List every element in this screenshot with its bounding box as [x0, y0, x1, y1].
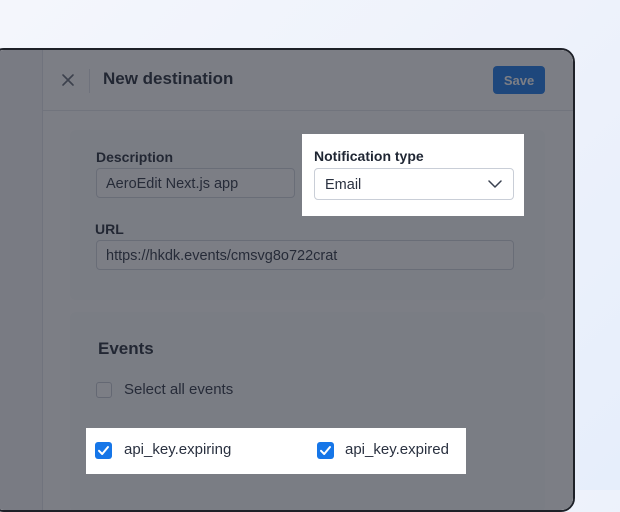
modal-title: New destination: [103, 69, 234, 88]
chevron-down-icon: [488, 180, 502, 188]
check-icon: [98, 446, 109, 455]
select-all-label: Select all events: [124, 381, 234, 398]
save-button[interactable]: Save: [493, 66, 545, 94]
notification-type-select[interactable]: Email: [314, 168, 514, 200]
api-key-expired-label: api_key.expired: [345, 441, 449, 458]
modal-header: New destination Save: [43, 50, 573, 111]
notification-type-value: Email: [325, 177, 362, 193]
header-divider: [89, 69, 90, 93]
selected-events-row: api_key.expiring api_key.expired: [86, 428, 466, 474]
url-label: URL: [95, 221, 124, 237]
notification-type-field: Notification type Email: [302, 134, 524, 216]
api-key-expiring-checkbox[interactable]: [95, 442, 112, 459]
url-input[interactable]: https://hkdk.events/cmsvg8o722crat: [96, 240, 514, 270]
check-icon: [320, 446, 331, 455]
description-input[interactable]: AeroEdit Next.js app: [96, 168, 295, 198]
api-key-expiring-label: api_key.expiring: [124, 441, 232, 458]
notification-type-label: Notification type: [314, 148, 424, 164]
select-all-checkbox[interactable]: [96, 382, 112, 398]
api-key-expired-checkbox[interactable]: [317, 442, 334, 459]
description-label: Description: [96, 149, 174, 165]
close-icon[interactable]: [60, 72, 76, 88]
side-panel: [0, 50, 43, 510]
events-heading: Events: [98, 339, 154, 358]
